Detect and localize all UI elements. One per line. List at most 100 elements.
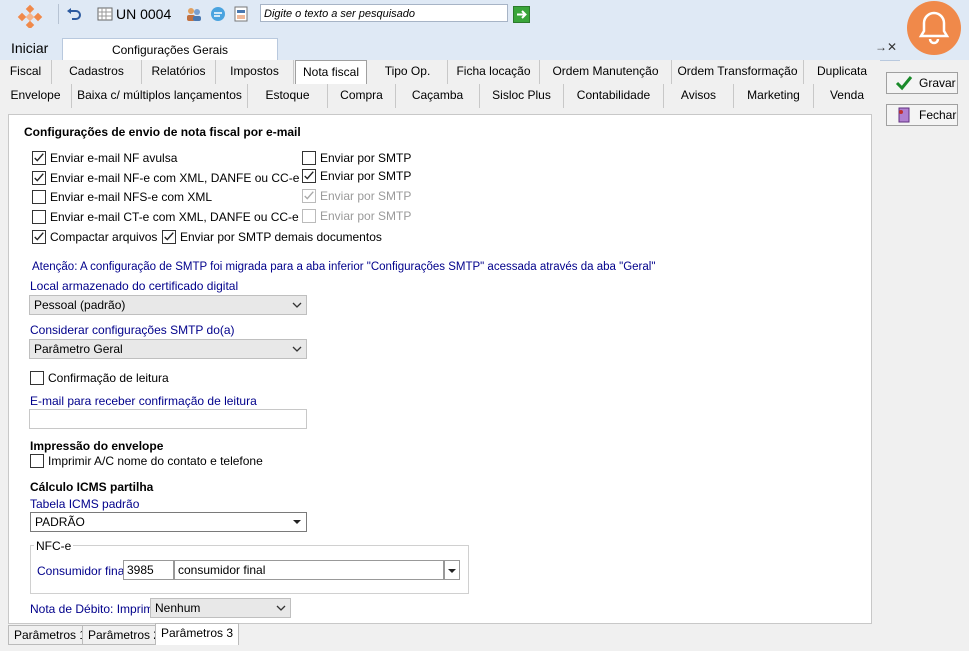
window-tab-configuracoes[interactable]: Configurações Gerais bbox=[62, 38, 278, 61]
chevron-down-icon bbox=[292, 302, 302, 308]
check-icon bbox=[164, 232, 174, 241]
undo-icon[interactable] bbox=[66, 6, 82, 22]
close-label: Fechar bbox=[919, 108, 957, 122]
tab-row-2: Envelope Baixa c/ múltiplos lançamentos … bbox=[0, 84, 880, 108]
label-cte: Enviar e-mail CT-e com XML, DANFE ou CC-… bbox=[50, 210, 299, 224]
nfce-group-title: NFC-e bbox=[34, 539, 74, 553]
chevron-down-icon bbox=[276, 605, 286, 611]
smtp-config-select[interactable]: Parâmetro Geral bbox=[29, 339, 307, 359]
check-icon bbox=[34, 232, 44, 241]
tab-marketing[interactable]: Marketing bbox=[734, 84, 814, 108]
check-icon bbox=[304, 171, 314, 180]
envelope-title: Impressão do envelope bbox=[30, 439, 164, 453]
tab-sisloc-plus[interactable]: Sisloc Plus bbox=[480, 84, 564, 108]
tab-venda[interactable]: Venda bbox=[814, 84, 880, 108]
icms-table-value: PADRÃO bbox=[35, 515, 85, 529]
save-button[interactable]: Gravar bbox=[886, 72, 958, 94]
tab-impostos[interactable]: Impostos bbox=[216, 60, 294, 84]
checkbox-smtp-other[interactable] bbox=[162, 230, 176, 244]
calendar-icon[interactable] bbox=[97, 6, 113, 22]
tab-ficha-locacao[interactable]: Ficha locação bbox=[448, 60, 540, 84]
email-section-title: Configurações de envio de nota fiscal po… bbox=[24, 125, 301, 139]
tab-ordem-manutencao[interactable]: Ordem Manutenção bbox=[540, 60, 672, 84]
consumer-code-input[interactable]: 3985 bbox=[123, 560, 174, 580]
close-button[interactable]: Fechar bbox=[886, 104, 958, 126]
dropdown-arrow-icon bbox=[293, 520, 301, 524]
tab-nota-fiscal[interactable]: Nota fiscal bbox=[295, 60, 367, 84]
checkmark-icon bbox=[895, 76, 913, 91]
checkbox-smtp-nfse bbox=[302, 189, 316, 203]
tab-cacamba[interactable]: Caçamba bbox=[396, 84, 480, 108]
icms-title: Cálculo ICMS partilha bbox=[30, 480, 154, 494]
tab-relatorios[interactable]: Relatórios bbox=[142, 60, 216, 84]
tab-fiscal[interactable]: Fiscal bbox=[0, 60, 52, 84]
check-icon bbox=[304, 191, 314, 200]
unit-selector[interactable]: UN 0004 bbox=[116, 6, 171, 22]
icms-table-label: Tabela ICMS padrão bbox=[30, 497, 140, 511]
label-compress: Compactar arquivos bbox=[50, 230, 158, 244]
label-smtp-cte: Enviar por SMTP bbox=[320, 209, 412, 223]
checkbox-cte[interactable] bbox=[32, 210, 46, 224]
label-smtp-nfse: Enviar por SMTP bbox=[320, 189, 412, 203]
bottom-tab-parametros-3[interactable]: Parâmetros 3 bbox=[155, 623, 240, 645]
smtp-config-value: Parâmetro Geral bbox=[34, 342, 123, 356]
consumer-label: Consumidor final: bbox=[37, 564, 131, 578]
dropdown-arrow-icon bbox=[448, 569, 456, 573]
icms-table-select[interactable]: PADRÃO bbox=[30, 512, 307, 532]
chat-icon[interactable] bbox=[210, 6, 226, 22]
debit-value: Nenhum bbox=[155, 601, 201, 615]
checkbox-compress[interactable] bbox=[32, 230, 46, 244]
label-nfse: Enviar e-mail NFS-e com XML bbox=[50, 190, 213, 204]
checkbox-smtp-nfe[interactable] bbox=[302, 169, 316, 183]
search-input[interactable]: Digite o texto a ser pesquisado bbox=[260, 4, 508, 22]
tab-avisos[interactable]: Avisos bbox=[664, 84, 734, 108]
checkbox-smtp-nf-avulsa[interactable] bbox=[302, 151, 316, 165]
notification-bell-icon[interactable] bbox=[906, 0, 962, 56]
tab-duplicata[interactable]: Duplicata bbox=[804, 60, 880, 84]
read-email-input[interactable] bbox=[29, 409, 307, 429]
bottom-tab-parametros-1[interactable]: Parâmetros 1 bbox=[8, 625, 93, 645]
chevron-down-icon bbox=[292, 346, 302, 352]
consumer-name-input[interactable]: consumidor final bbox=[174, 560, 444, 580]
checkbox-nfe[interactable] bbox=[32, 171, 46, 185]
close-tab-icon[interactable]: →✕ bbox=[875, 40, 897, 54]
cert-select[interactable]: Pessoal (padrão) bbox=[29, 295, 307, 315]
tab-estoque[interactable]: Estoque bbox=[248, 84, 328, 108]
checkbox-envelope-contact[interactable] bbox=[30, 454, 44, 468]
debit-label: Nota de Débito: Imprimir bbox=[30, 602, 161, 616]
label-read-confirm: Confirmação de leitura bbox=[48, 371, 169, 385]
tab-envelope[interactable]: Envelope bbox=[0, 84, 72, 108]
cert-value: Pessoal (padrão) bbox=[34, 298, 126, 312]
label-smtp-other: Enviar por SMTP demais documentos bbox=[180, 230, 382, 244]
tab-baixa-multiplos[interactable]: Baixa c/ múltiplos lançamentos bbox=[72, 84, 248, 108]
toolbar-separator bbox=[58, 4, 59, 24]
debit-select[interactable]: Nenhum bbox=[150, 598, 291, 618]
search-go-icon[interactable] bbox=[513, 6, 530, 23]
smtp-config-label: Considerar configurações SMTP do(a) bbox=[30, 323, 235, 337]
checkbox-read-confirm[interactable] bbox=[30, 371, 44, 385]
label-nfe: Enviar e-mail NF-e com XML, DANFE ou CC-… bbox=[50, 171, 300, 185]
label-smtp-nfe: Enviar por SMTP bbox=[320, 169, 412, 183]
save-label: Gravar bbox=[919, 76, 956, 90]
tab-contabilidade[interactable]: Contabilidade bbox=[564, 84, 664, 108]
label-envelope-contact: Imprimir A/C nome do contato e telefone bbox=[48, 454, 263, 468]
checkbox-smtp-cte bbox=[302, 209, 316, 223]
read-email-label: E-mail para receber confirmação de leitu… bbox=[30, 394, 257, 408]
tab-ordem-transformacao[interactable]: Ordem Transformação bbox=[672, 60, 804, 84]
exit-door-icon bbox=[898, 107, 910, 123]
users-icon[interactable] bbox=[186, 6, 202, 22]
start-button[interactable]: Iniciar bbox=[11, 40, 48, 56]
check-icon bbox=[34, 153, 44, 162]
consumer-dropdown-button[interactable] bbox=[444, 560, 460, 580]
checkbox-nf-avulsa[interactable] bbox=[32, 151, 46, 165]
checkbox-nfse[interactable] bbox=[32, 190, 46, 204]
label-smtp-nf-avulsa: Enviar por SMTP bbox=[320, 151, 412, 165]
check-icon bbox=[34, 173, 44, 182]
tab-cadastros[interactable]: Cadastros bbox=[52, 60, 142, 84]
report-icon[interactable] bbox=[233, 6, 249, 22]
tab-compra[interactable]: Compra bbox=[328, 84, 396, 108]
tab-tipo-op[interactable]: Tipo Op. bbox=[368, 60, 448, 84]
smtp-warning: Atenção: A configuração de SMTP foi migr… bbox=[32, 261, 656, 273]
cert-label: Local armazenado do certificado digital bbox=[30, 279, 239, 293]
bottom-tab-parametros-2[interactable]: Parâmetros 2 bbox=[82, 625, 167, 645]
